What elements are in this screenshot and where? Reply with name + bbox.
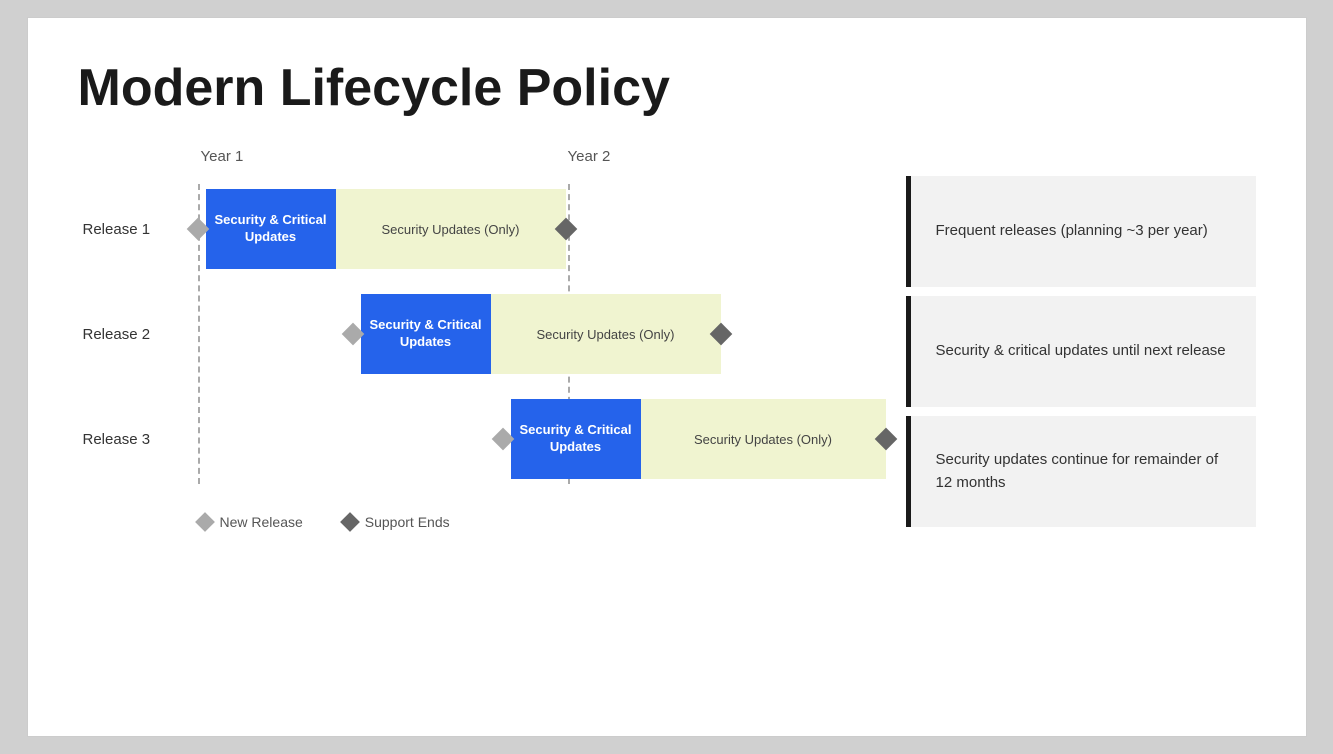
info-box-2-text: Security & critical updates until next r… [926,340,1226,363]
release-2-label: Release 2 [83,326,151,343]
timeline-section: Year 1 Year 2 Release 1 Security & Criti… [78,148,886,530]
page-title: Modern Lifecycle Policy [78,58,1256,118]
release-2-yellow-block: Security Updates (Only) [491,294,721,374]
right-panel: Frequent releases (planning ~3 per year)… [906,148,1256,530]
info-box-3-text: Security updates continue for remainder … [926,449,1236,494]
year-1-label: Year 1 [201,148,244,165]
release-1-yellow-block: Security Updates (Only) [336,189,566,269]
release-3-blue-block: Security & Critical Updates [511,399,641,479]
diagram-area: Year 1 Year 2 Release 1 Security & Criti… [78,148,1256,530]
release-2-row: Release 2 Security & Critical Updates Se… [198,289,886,379]
release-1-label: Release 1 [83,221,151,238]
info-box-1: Frequent releases (planning ~3 per year) [906,176,1256,290]
legend-support-ends: Support Ends [343,514,450,530]
release-1-blue-block: Security & Critical Updates [206,189,336,269]
slide: Modern Lifecycle Policy Year 1 Year 2 Re… [27,17,1307,737]
release-2-blue-block: Security & Critical Updates [361,294,491,374]
legend-support-ends-label: Support Ends [365,514,450,530]
year-labels: Year 1 Year 2 [198,148,886,176]
legend-new-release-icon [195,512,215,532]
legend-support-ends-icon [340,512,360,532]
year-2-label: Year 2 [568,148,611,165]
legend-new-release-label: New Release [220,514,303,530]
info-box-1-text: Frequent releases (planning ~3 per year) [926,220,1208,243]
legend: New Release Support Ends [198,514,886,530]
info-box-2: Security & critical updates until next r… [906,296,1256,410]
legend-new-release: New Release [198,514,303,530]
release-3-row: Release 3 Security & Critical Updates Se… [198,394,886,484]
release-3-yellow-block: Security Updates (Only) [641,399,886,479]
info-box-3: Security updates continue for remainder … [906,416,1256,530]
release-3-label: Release 3 [83,431,151,448]
release-1-row: Release 1 Security & Critical Updates Se… [198,184,886,274]
releases-container: Release 1 Security & Critical Updates Se… [198,184,886,484]
